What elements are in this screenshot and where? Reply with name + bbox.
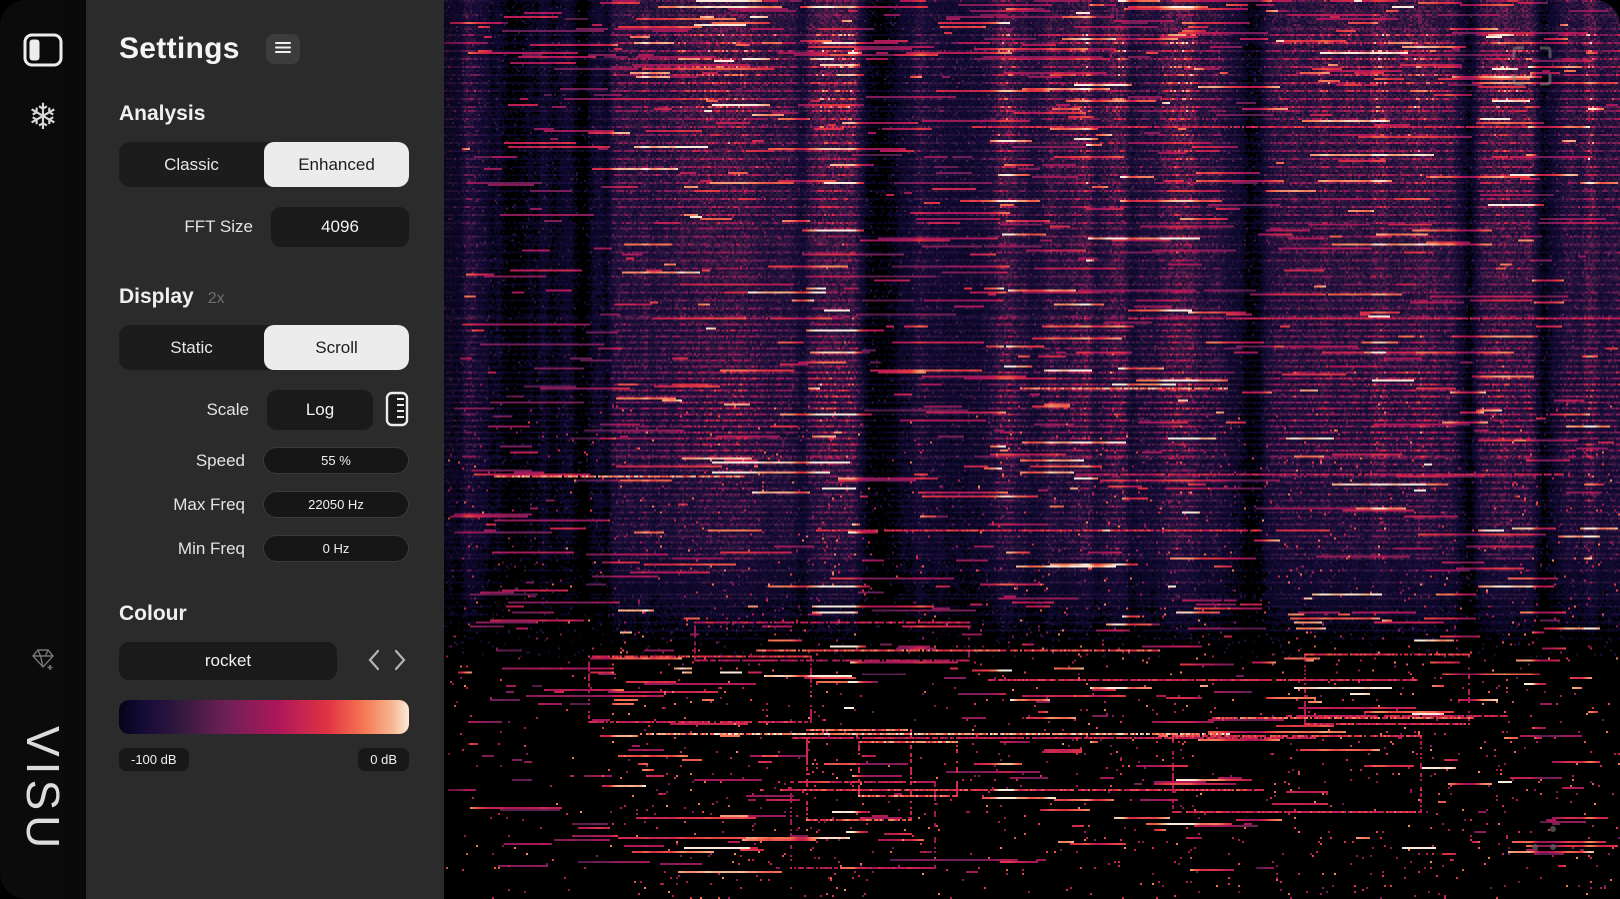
- scale-row: Scale Log: [119, 390, 409, 430]
- max-db-value[interactable]: 0 dB: [358, 748, 409, 771]
- scale-ruler-button[interactable]: [385, 391, 409, 430]
- resize-grip-icon[interactable]: [1528, 822, 1558, 857]
- app-window: ❄ VISU Settings Analysis Clas: [0, 0, 1620, 899]
- palette-prev-button[interactable]: [367, 648, 381, 675]
- sidebar: ❄ VISU: [0, 0, 86, 899]
- fft-size-label: FFT Size: [119, 217, 253, 237]
- speed-label: Speed: [119, 451, 245, 471]
- fft-size-value[interactable]: 4096: [271, 207, 409, 247]
- colour-gradient-bar[interactable]: [119, 700, 409, 734]
- panel-toggle-button[interactable]: [19, 28, 67, 74]
- sidebar-panel-icon: [23, 33, 63, 70]
- scale-label: Scale: [119, 400, 249, 420]
- analysis-heading: Analysis: [119, 102, 409, 126]
- palette-select-row: rocket: [119, 642, 409, 680]
- scale-value[interactable]: Log: [267, 390, 373, 430]
- snowflake-icon: ❄: [28, 96, 58, 138]
- settings-panel: Settings Analysis Classic Enhanced FFT S…: [86, 0, 444, 899]
- spectrogram-canvas: [444, 0, 1620, 899]
- ruler-icon: [385, 391, 409, 430]
- menu-button[interactable]: [266, 34, 300, 64]
- gem-icon[interactable]: [30, 646, 56, 677]
- chevron-right-icon: [393, 648, 407, 675]
- display-heading: Display: [119, 285, 194, 309]
- chevron-left-icon: [367, 648, 381, 675]
- display-scroll-button[interactable]: Scroll: [264, 325, 409, 370]
- analysis-mode-toggle: Classic Enhanced: [119, 142, 409, 187]
- colour-heading: Colour: [119, 602, 409, 626]
- display-heading-row: Display 2x: [119, 285, 409, 309]
- min-freq-row: Min Freq 0 Hz: [119, 535, 409, 562]
- max-freq-row: Max Freq 22050 Hz: [119, 491, 409, 518]
- display-multiplier-badge: 2x: [208, 290, 225, 308]
- settings-title: Settings: [119, 32, 240, 66]
- analysis-enhanced-button[interactable]: Enhanced: [264, 142, 409, 187]
- freeze-button[interactable]: ❄: [19, 94, 67, 140]
- palette-next-button[interactable]: [393, 648, 407, 675]
- speed-row: Speed 55 %: [119, 447, 409, 474]
- settings-header: Settings: [119, 32, 409, 66]
- fullscreen-icon[interactable]: [1510, 44, 1554, 93]
- display-static-button[interactable]: Static: [119, 325, 264, 370]
- min-db-value[interactable]: -100 dB: [119, 748, 189, 771]
- min-freq-label: Min Freq: [119, 539, 245, 559]
- hamburger-icon: [275, 41, 291, 57]
- palette-select[interactable]: rocket: [119, 642, 337, 680]
- db-range-row: -100 dB 0 dB: [119, 748, 409, 771]
- spectrogram-area[interactable]: [444, 0, 1620, 899]
- min-freq-value[interactable]: 0 Hz: [263, 535, 409, 562]
- speed-value[interactable]: 55 %: [263, 447, 409, 474]
- brand-logo: VISU: [16, 726, 70, 853]
- max-freq-value[interactable]: 22050 Hz: [263, 491, 409, 518]
- analysis-classic-button[interactable]: Classic: [119, 142, 264, 187]
- fft-size-row: FFT Size 4096: [119, 207, 409, 247]
- max-freq-label: Max Freq: [119, 495, 245, 515]
- display-mode-toggle: Static Scroll: [119, 325, 409, 370]
- palette-nav: [367, 648, 407, 675]
